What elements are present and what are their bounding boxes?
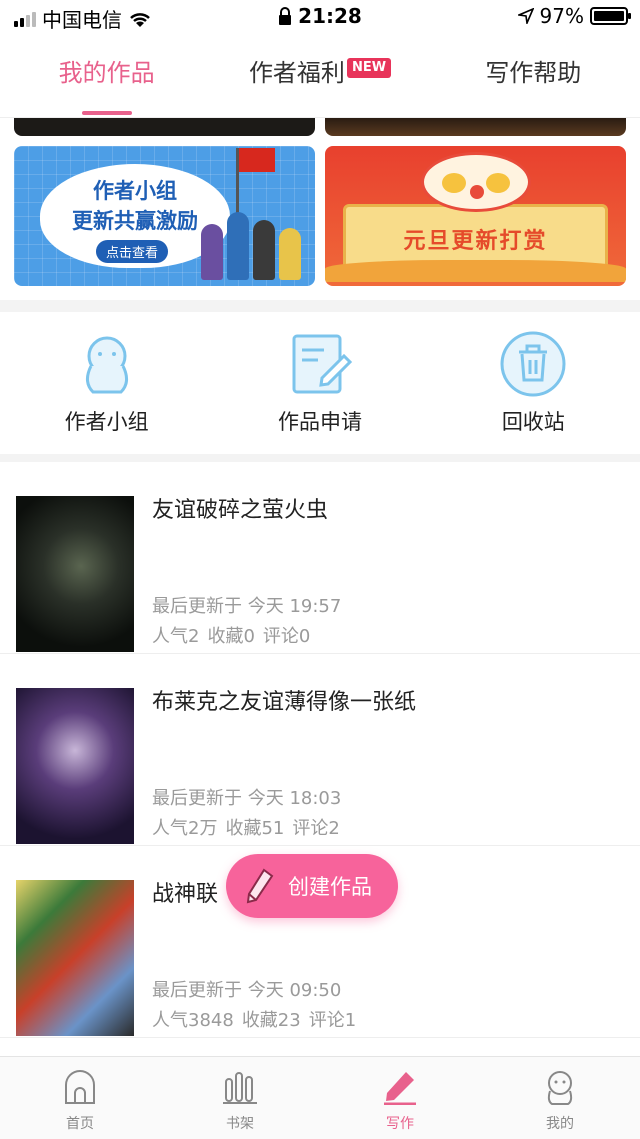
create-work-button[interactable]: 创建作品 bbox=[226, 854, 398, 918]
favorites: 收藏0 bbox=[207, 626, 255, 647]
popularity: 人气3848 bbox=[152, 1010, 234, 1031]
shortcut-label: 回收站 bbox=[501, 410, 565, 434]
nav-home[interactable]: 首页 bbox=[0, 1057, 160, 1139]
shortcut-recycle-bin[interactable]: 回收站 bbox=[427, 312, 640, 454]
comments: 评论0 bbox=[262, 626, 311, 647]
banner-view-button[interactable]: 点击查看 bbox=[96, 240, 169, 263]
work-cover-image[interactable] bbox=[16, 688, 134, 844]
work-stats: 人气3848 收藏23 评论1 bbox=[152, 1006, 356, 1032]
nav-label: 书架 bbox=[226, 1116, 254, 1132]
shortcut-author-group[interactable]: 作者小组 bbox=[0, 312, 213, 454]
work-cover-image[interactable] bbox=[16, 880, 134, 1036]
work-updated: 最后更新于 今天 19:57 bbox=[152, 596, 342, 617]
work-updated: 最后更新于 今天 09:50 bbox=[152, 980, 342, 1001]
tab-my-works[interactable]: 我的作品 bbox=[0, 40, 213, 117]
location-arrow-icon bbox=[517, 8, 534, 24]
work-cover-image[interactable] bbox=[16, 496, 134, 652]
work-title: 布莱克之友谊薄得像一张纸 bbox=[152, 690, 417, 715]
comments: 评论2 bbox=[292, 818, 340, 839]
banner-previous-left[interactable] bbox=[14, 118, 315, 136]
nav-label: 首页 bbox=[66, 1116, 94, 1132]
shortcut-label: 作品申请 bbox=[277, 410, 362, 434]
banner-author-group[interactable]: 作者小组 更新共赢激励 点击查看 bbox=[14, 146, 315, 286]
banner-title-line1: 作者小组 bbox=[93, 179, 177, 203]
nav-label: 写作 bbox=[386, 1116, 414, 1132]
clock: 21:28 bbox=[298, 4, 362, 28]
nav-bookshelf[interactable]: 书架 bbox=[160, 1057, 320, 1139]
shortcut-row: 作者小组 作品申请 回收站 bbox=[0, 312, 640, 454]
work-title: 战神联 bbox=[152, 882, 219, 907]
shortcut-work-application[interactable]: 作品申请 bbox=[213, 312, 426, 454]
section-divider bbox=[0, 454, 640, 462]
status-bar: 中国电信 21:28 97% bbox=[0, 0, 640, 36]
create-work-label: 创建作品 bbox=[288, 875, 372, 899]
lock-icon bbox=[279, 7, 292, 25]
people-illustration bbox=[201, 212, 301, 280]
battery-percent: 97% bbox=[539, 4, 584, 28]
list-item[interactable]: 布莱克之友谊薄得像一张纸 最后更新于 今天 18:03 人气2万 收藏51 评论2 bbox=[0, 654, 640, 846]
nav-profile[interactable]: 我的 bbox=[480, 1057, 640, 1139]
lion-dance-illustration bbox=[421, 152, 531, 212]
tab-author-benefits[interactable]: 作者福利 NEW bbox=[213, 40, 426, 117]
home-icon bbox=[60, 1067, 100, 1107]
gold-coins-illustration bbox=[325, 260, 626, 282]
banner-reward-title: 元旦更新打赏 bbox=[403, 229, 548, 254]
bookshelf-icon bbox=[220, 1067, 260, 1107]
nav-label: 我的 bbox=[546, 1116, 574, 1132]
work-updated: 最后更新于 今天 18:03 bbox=[152, 788, 342, 809]
pen-icon bbox=[380, 1067, 420, 1107]
edit-document-icon bbox=[286, 330, 354, 398]
work-stats: 人气2 收藏0 评论0 bbox=[152, 622, 310, 648]
bottom-nav: 首页 书架 写作 我的 bbox=[0, 1056, 640, 1139]
banner-new-year-reward[interactable]: 元旦更新打赏 bbox=[325, 146, 626, 286]
author-group-icon bbox=[73, 330, 141, 398]
top-tab-bar: 我的作品 作者福利 NEW 写作帮助 bbox=[0, 40, 640, 118]
banner-row: 作者小组 更新共赢激励 点击查看 元旦更新打赏 bbox=[14, 146, 626, 286]
comments: 评论1 bbox=[308, 1010, 357, 1031]
section-divider bbox=[0, 300, 640, 312]
banner-previous-right[interactable] bbox=[325, 118, 626, 136]
trash-icon bbox=[499, 330, 567, 398]
new-badge: NEW bbox=[346, 58, 392, 78]
flag-icon bbox=[239, 148, 275, 172]
favorites: 收藏23 bbox=[241, 1010, 301, 1031]
popularity: 人气2 bbox=[152, 626, 200, 647]
tab-writing-help[interactable]: 写作帮助 bbox=[427, 40, 640, 117]
banner-row-previous bbox=[14, 118, 626, 136]
popularity: 人气2万 bbox=[152, 818, 218, 839]
pencil-icon bbox=[246, 868, 274, 904]
favorites: 收藏51 bbox=[225, 818, 285, 839]
shortcut-label: 作者小组 bbox=[64, 410, 149, 434]
work-title: 友谊破碎之萤火虫 bbox=[152, 498, 329, 523]
nav-write[interactable]: 写作 bbox=[320, 1057, 480, 1139]
banner-title-line2: 更新共赢激励 bbox=[72, 209, 198, 233]
profile-icon bbox=[540, 1067, 580, 1107]
works-list: 友谊破碎之萤火虫 最后更新于 今天 19:57 人气2 收藏0 评论0 布莱克之友谊… bbox=[0, 462, 640, 1038]
battery-icon bbox=[590, 7, 631, 25]
list-item[interactable]: 友谊破碎之萤火虫 最后更新于 今天 19:57 人气2 收藏0 评论0 bbox=[0, 462, 640, 654]
work-stats: 人气2万 收藏51 评论2 bbox=[152, 814, 340, 840]
